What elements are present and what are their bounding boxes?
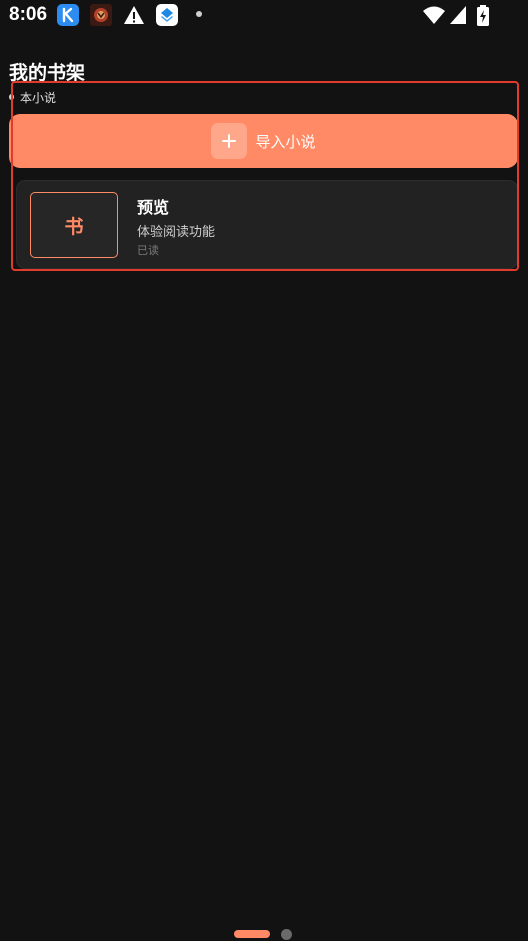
signal-icon <box>449 5 467 29</box>
game-app-icon <box>90 4 112 26</box>
page-dot-active[interactable] <box>234 930 270 938</box>
layers-app-icon <box>156 4 178 26</box>
warning-icon <box>123 4 145 26</box>
page-dot-inactive[interactable] <box>281 929 292 940</box>
highlight-frame <box>11 81 519 271</box>
k-app-icon <box>57 4 79 26</box>
more-dot-icon <box>196 11 202 17</box>
status-bar: 8:06 <box>0 0 528 30</box>
battery-charging-icon <box>476 5 490 31</box>
status-time: 8:06 <box>9 4 48 25</box>
wifi-icon <box>422 5 446 29</box>
